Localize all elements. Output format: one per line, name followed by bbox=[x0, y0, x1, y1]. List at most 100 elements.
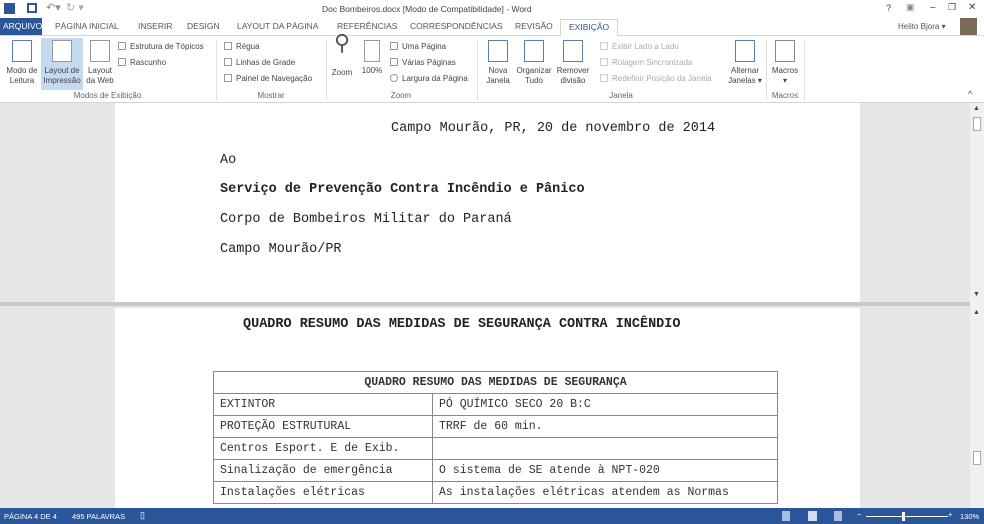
tab-arquivo[interactable]: ARQUIVO bbox=[0, 18, 42, 35]
tab-layout[interactable]: LAYOUT DA PÁGINA bbox=[237, 21, 318, 31]
tab-pagina-inicial[interactable]: PÁGINA INICIAL bbox=[55, 21, 119, 31]
label: Janela bbox=[486, 76, 510, 85]
user-name[interactable]: Helito Bjora ▾ bbox=[898, 22, 946, 31]
scroll-down-icon[interactable]: ▼ bbox=[973, 291, 980, 298]
status-bar: PÁGINA 4 DE 4 495 PALAVRAS ▯ − + 130% bbox=[0, 508, 984, 524]
web-layout-icon bbox=[90, 40, 110, 62]
label: Tudo bbox=[525, 76, 543, 85]
minimize-button[interactable]: – bbox=[930, 2, 936, 13]
largura-pagina-button[interactable]: Largura da Página bbox=[390, 74, 468, 83]
table-row: PROTEÇÃO ESTRUTURAL TRRF de 60 min. bbox=[213, 415, 778, 438]
print-layout-view-icon[interactable] bbox=[808, 511, 817, 521]
label: divisão bbox=[560, 76, 586, 85]
label: Layout bbox=[87, 66, 113, 75]
modo-leitura-button[interactable]: Modo de Leitura bbox=[3, 38, 41, 86]
cell: TRRF de 60 min. bbox=[432, 415, 778, 438]
label: Impressão bbox=[43, 76, 81, 85]
magnifier-icon: ⚲ bbox=[333, 30, 351, 55]
scroll-up-icon[interactable]: ▲ bbox=[973, 105, 980, 112]
remover-divisao-button[interactable]: Remover divisão bbox=[554, 38, 592, 86]
proofing-icon[interactable]: ▯ bbox=[140, 510, 145, 521]
painel-checkbox[interactable]: Painel de Navegação bbox=[224, 74, 312, 83]
macros-button[interactable]: Macros ▾ bbox=[768, 38, 802, 86]
zoom-in-icon[interactable]: + bbox=[948, 510, 952, 519]
window-title: Doc Bombeiros.docx [Modo de Compatibilid… bbox=[322, 4, 532, 14]
undo-icon[interactable]: ↶▾ bbox=[46, 1, 61, 14]
group-label: Janela bbox=[609, 91, 633, 100]
label: Exibir Lado a Lado bbox=[612, 42, 679, 51]
scroll-thumb-top[interactable] bbox=[973, 117, 981, 131]
split-bar[interactable] bbox=[0, 302, 970, 306]
zoom-slider[interactable] bbox=[866, 516, 948, 517]
rolagem-button[interactable]: Rolagem Sincronizada bbox=[600, 58, 693, 67]
organizar-button[interactable]: Organizar Tudo bbox=[514, 38, 554, 86]
lado-a-lado-button[interactable]: Exibir Lado a Lado bbox=[600, 42, 679, 51]
restore-button[interactable]: ❐ bbox=[948, 2, 956, 13]
web-layout-view-icon[interactable] bbox=[834, 511, 842, 521]
redefinir-button[interactable]: Redefinir Posição da Janela bbox=[600, 74, 712, 83]
table-row: Sinalização de emergência O sistema de SE… bbox=[213, 459, 778, 482]
page-count[interactable]: PÁGINA 4 DE 4 bbox=[4, 512, 57, 521]
label: Rolagem Sincronizada bbox=[612, 58, 693, 67]
layout-impressao-button[interactable]: Layout de Impressão bbox=[41, 38, 83, 90]
label: Macros bbox=[771, 66, 799, 75]
recipient-org: Serviço de Prevenção Contra Incêndio e P… bbox=[220, 182, 585, 197]
zoom-button[interactable]: ⚲ Zoom bbox=[328, 30, 356, 78]
tab-design[interactable]: DESIGN bbox=[187, 21, 220, 31]
tab-inserir[interactable]: INSERIR bbox=[138, 21, 172, 31]
close-button[interactable]: ✕ bbox=[968, 2, 976, 13]
recipient-corpo: Corpo de Bombeiros Militar do Paraná bbox=[220, 212, 512, 227]
label: Rascunho bbox=[130, 58, 167, 67]
label: Várias Páginas bbox=[402, 58, 456, 67]
tab-correspondencias[interactable]: CORRESPONDÊNCIAS bbox=[410, 21, 503, 31]
help-button[interactable]: ? bbox=[886, 3, 891, 13]
linhas-checkbox[interactable]: Linhas de Grade bbox=[224, 58, 295, 67]
label: Organizar bbox=[516, 66, 552, 75]
split-icon bbox=[563, 40, 583, 62]
summary-table: QUADRO RESUMO DAS MEDIDAS DE SEGURANÇA E… bbox=[213, 371, 778, 504]
arrange-icon bbox=[524, 40, 544, 62]
label: Linhas de Grade bbox=[236, 58, 296, 67]
group-label: Mostrar bbox=[257, 91, 285, 100]
collapse-ribbon-icon[interactable]: ^ bbox=[968, 89, 972, 99]
cell: O sistema de SE atende à NPT-020 bbox=[432, 459, 778, 482]
cell: Instalações elétricas bbox=[213, 481, 433, 504]
zoom-level[interactable]: 130% bbox=[960, 512, 979, 521]
rascunho-button[interactable]: Rascunho bbox=[118, 58, 166, 67]
recipient-ao: Ao bbox=[220, 153, 237, 168]
print-layout-icon bbox=[52, 40, 72, 62]
estrutura-button[interactable]: Estrutura de Tópicos bbox=[118, 42, 204, 51]
cell: PROTEÇÃO ESTRUTURAL bbox=[213, 415, 433, 438]
tab-exibicao[interactable]: EXIBIÇÃO bbox=[560, 19, 619, 37]
layout-web-button[interactable]: Layout da Web bbox=[84, 38, 116, 86]
cell: EXTINTOR bbox=[213, 393, 433, 416]
zoom-100-button[interactable]: 100% bbox=[358, 38, 386, 76]
nova-janela-button[interactable]: Nova Janela bbox=[482, 38, 514, 86]
word-count[interactable]: 495 PALAVRAS bbox=[72, 512, 125, 521]
uma-pagina-button[interactable]: Uma Página bbox=[390, 42, 446, 51]
label: Leitura bbox=[9, 76, 35, 85]
ribbon-options-icon[interactable]: ▣ bbox=[906, 2, 915, 13]
avatar[interactable] bbox=[960, 18, 977, 35]
cell: PÓ QUÍMICO SECO 20 B:C bbox=[432, 393, 778, 416]
page-top-pane: Campo Mourão, PR, 20 de novembro de 2014… bbox=[115, 103, 860, 302]
read-mode-view-icon[interactable] bbox=[782, 511, 790, 521]
save-icon[interactable] bbox=[27, 3, 37, 13]
document-heading: QUADRO RESUMO DAS MEDIDAS DE SEGURANÇA C… bbox=[243, 317, 681, 332]
regua-checkbox[interactable]: Régua bbox=[224, 42, 260, 51]
document-area: Campo Mourão, PR, 20 de novembro de 2014… bbox=[0, 103, 970, 508]
scroll-up-icon[interactable]: ▲ bbox=[973, 309, 980, 316]
redo-icon[interactable]: ↻ ▾ bbox=[66, 1, 84, 14]
vertical-scrollbar[interactable]: ▲ ▼ ▲ bbox=[970, 103, 984, 508]
checkbox bbox=[224, 58, 232, 66]
alternar-janelas-button[interactable]: Alternar Janelas ▾ bbox=[726, 38, 764, 86]
label: 100% bbox=[361, 66, 383, 75]
scroll-thumb-bottom[interactable] bbox=[973, 451, 981, 465]
label: Largura da Página bbox=[402, 74, 468, 83]
varias-paginas-button[interactable]: Várias Páginas bbox=[390, 58, 456, 67]
tab-revisao[interactable]: REVISÃO bbox=[515, 21, 553, 31]
zoom-slider-thumb[interactable] bbox=[902, 512, 905, 521]
zoom-out-icon[interactable]: − bbox=[857, 510, 861, 519]
cell: As instalações elétricas atendem as Norm… bbox=[432, 481, 778, 504]
cell bbox=[432, 437, 778, 460]
